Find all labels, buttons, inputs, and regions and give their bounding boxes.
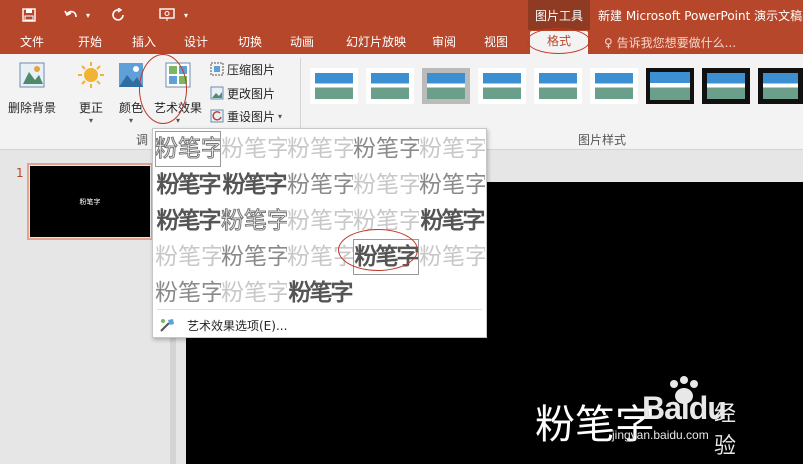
watermark-suffix: 经验	[714, 401, 737, 458]
slide-thumbnail[interactable]: 粉笔字	[27, 163, 153, 240]
change-picture-label: 更改图片	[227, 86, 276, 101]
compress-label: 压缩图片	[227, 62, 276, 77]
tell-me-search[interactable]: ♀ 告诉我您想要做什么...	[604, 34, 736, 51]
redo-icon[interactable]	[108, 4, 130, 26]
tab-file[interactable]: 文件	[12, 33, 52, 53]
picture-style-thumb[interactable]	[478, 68, 526, 104]
picture-style-thumb[interactable]	[646, 68, 694, 104]
corrections-button[interactable]: 更正 ▾	[76, 60, 106, 125]
artistic-effect-option[interactable]: 粉笔字	[353, 167, 419, 203]
undo-icon[interactable]	[60, 4, 82, 26]
artistic-effect-option[interactable]: 粉笔字	[353, 131, 419, 167]
slide-number: 1	[16, 166, 24, 180]
present-icon[interactable]	[156, 4, 178, 26]
artistic-effect-option[interactable]: 粉笔字	[221, 203, 287, 239]
ribbon-tabs: 文件 开始 插入 设计 切换 动画 幻灯片放映 审阅 视图 格式 ♀ 告诉我您想…	[0, 30, 803, 54]
compress-pictures-button[interactable]: 压缩图片	[210, 60, 275, 78]
compress-icon	[210, 62, 224, 76]
picture-style-thumb[interactable]	[758, 68, 803, 104]
artistic-effect-option[interactable]: 粉笔字	[221, 167, 288, 203]
title-bar: ▾ ▾ 图片工具 新建 Microsoft PowerPoint 演示文稿	[0, 0, 803, 30]
picture-style-thumb[interactable]	[310, 68, 358, 104]
artistic-effect-option[interactable]: 粉笔字	[419, 167, 485, 203]
tab-animations[interactable]: 动画	[282, 33, 322, 53]
annotation-circle-artistic-effects	[139, 54, 187, 124]
artistic-effect-option[interactable]: 粉笔字	[419, 239, 485, 275]
remove-background-label: 删除背景	[7, 101, 56, 115]
chevron-down-icon: ▾	[128, 116, 133, 125]
lightbulb-icon: ♀	[604, 36, 613, 50]
tab-transitions[interactable]: 切换	[230, 33, 270, 53]
artistic-effect-option[interactable]: 粉笔字	[155, 203, 222, 239]
change-picture-icon	[210, 86, 224, 100]
menu-divider	[157, 309, 482, 310]
reset-picture-icon	[210, 109, 224, 123]
reset-picture-button[interactable]: 重设图片 ▾	[210, 107, 282, 125]
artistic-effect-option[interactable]: 粉笔字	[287, 203, 353, 239]
tab-slideshow[interactable]: 幻灯片放映	[338, 33, 414, 53]
picture-style-thumb[interactable]	[366, 68, 414, 104]
reset-picture-label: 重设图片	[227, 109, 276, 124]
artistic-effect-option[interactable]: 粉笔字	[419, 203, 486, 239]
artistic-options-label: 艺术效果选项(E)...	[187, 318, 288, 333]
watermark-url: jingyan.baidu.com	[612, 428, 709, 442]
artistic-options-icon	[160, 319, 174, 332]
group-label-picture-styles: 图片样式	[578, 133, 627, 147]
change-picture-button[interactable]: 更改图片	[210, 84, 275, 102]
tab-home[interactable]: 开始	[70, 33, 110, 53]
artistic-effect-option[interactable]: 粉笔字	[221, 131, 287, 167]
artistic-effect-option[interactable]: 粉笔字	[221, 275, 287, 311]
corrections-label: 更正	[78, 101, 103, 115]
picture-tools-group: 图片工具	[528, 0, 590, 30]
chevron-down-icon: ▾	[88, 116, 93, 125]
thumbnail-text: 粉笔字	[79, 197, 101, 206]
tell-me-text: 告诉我您想要做什么...	[616, 36, 737, 50]
artistic-effect-option[interactable]: 粉笔字	[221, 239, 287, 275]
artistic-effect-option[interactable]: 粉笔字	[287, 167, 353, 203]
artistic-effect-option[interactable]: 粉笔字	[155, 275, 221, 311]
tab-design[interactable]: 设计	[176, 33, 216, 53]
artistic-effects-options-item[interactable]: 艺术效果选项(E)...	[159, 315, 287, 335]
save-icon[interactable]	[18, 4, 40, 26]
artistic-effect-option[interactable]: 粉笔字	[155, 167, 222, 203]
qat-customize-icon[interactable]: ▾	[180, 4, 192, 26]
tab-insert[interactable]: 插入	[124, 33, 164, 53]
artistic-effects-gallery: 粉笔字 粉笔字 粉笔字 粉笔字 粉笔字 粉笔字 粉笔字 粉笔字 粉笔字 粉笔字 粉笔字 粉笔字 粉笔字粉…	[152, 128, 487, 338]
artistic-effect-option[interactable]: 粉笔字	[155, 131, 221, 167]
picture-style-thumb[interactable]	[534, 68, 582, 104]
undo-dropdown-icon[interactable]: ▾	[82, 4, 94, 26]
group-label-adjust: 调	[136, 133, 149, 147]
annotation-circle-format	[527, 28, 590, 54]
tab-view[interactable]: 视图	[476, 33, 516, 53]
picture-style-thumb[interactable]	[702, 68, 750, 104]
remove-background-button[interactable]: 删除背景	[6, 60, 58, 116]
sun-icon	[78, 62, 104, 88]
document-title: 新建 Microsoft PowerPoint 演示文稿	[598, 9, 803, 23]
chevron-down-icon: ▾	[278, 111, 283, 121]
remove-background-icon	[19, 62, 45, 88]
artistic-effect-option[interactable]: 粉笔字	[155, 239, 221, 275]
annotation-circle-chalk-effect	[338, 229, 418, 271]
artistic-effect-option[interactable]: 粉笔字	[287, 131, 353, 167]
artistic-effect-option[interactable]: 粉笔字	[287, 275, 354, 311]
picture-style-thumb[interactable]	[422, 68, 470, 104]
picture-style-thumb[interactable]	[590, 68, 638, 104]
tab-review[interactable]: 审阅	[424, 33, 464, 53]
artistic-effect-option[interactable]: 粉笔字	[419, 131, 485, 167]
